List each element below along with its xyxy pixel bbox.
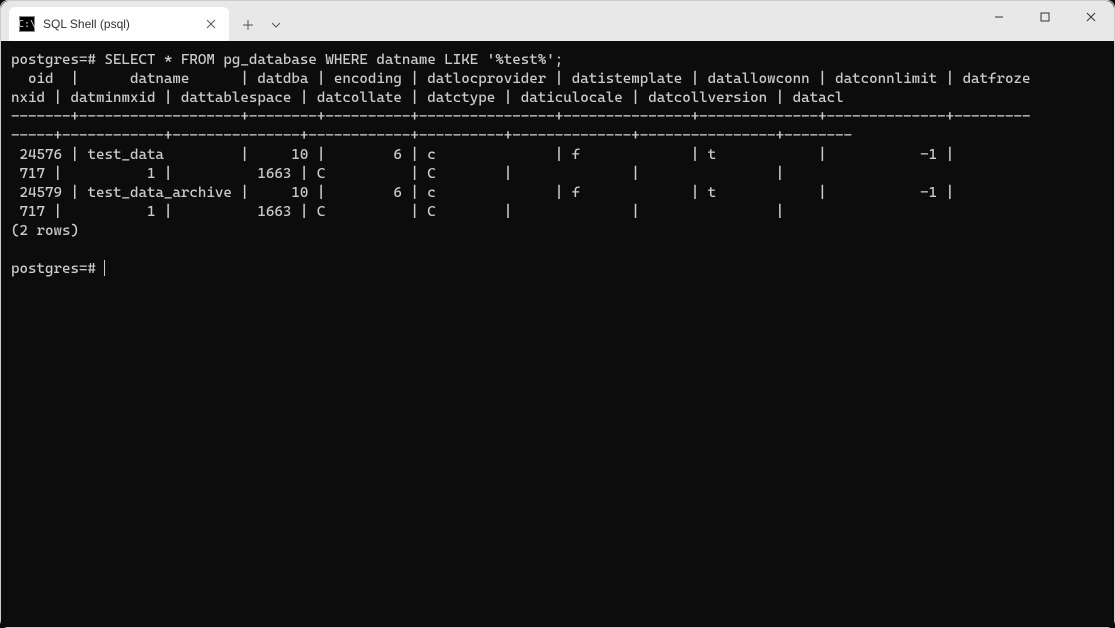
maximize-button[interactable]	[1022, 1, 1068, 33]
terminal-output[interactable]: postgres=# SELECT * FROM pg_database WHE…	[1, 41, 1114, 627]
sql-command: SELECT * FROM pg_database WHERE datname …	[104, 52, 563, 68]
window-controls	[976, 1, 1114, 33]
cursor-icon	[104, 260, 105, 276]
result-count: (2 rows)	[11, 223, 79, 239]
result-separator-1: -------+-------------------+--------+---…	[11, 109, 1031, 125]
terminal-tab-icon: C:\	[19, 16, 35, 32]
result-row-1a: 24576 | test_data | 10 | 6 | c | f | t |…	[11, 147, 1031, 163]
minimize-button[interactable]	[976, 1, 1022, 33]
tab-active[interactable]: C:\ SQL Shell (psql)	[9, 7, 229, 41]
tab-title: SQL Shell (psql)	[43, 17, 203, 31]
prompt: postgres=#	[11, 52, 96, 68]
tab-strip: C:\ SQL Shell (psql)	[1, 1, 289, 41]
result-header-2: nxid | datminmxid | dattablespace | datc…	[11, 90, 844, 106]
result-header-1: oid | datname | datdba | encoding | datl…	[11, 71, 1031, 87]
result-row-2a: 24579 | test_data_archive | 10 | 6 | c |…	[11, 185, 1031, 201]
result-row-1b: 717 | 1 | 1663 | C | C | | |	[11, 166, 784, 182]
tab-dropdown-button[interactable]	[263, 10, 289, 40]
close-tab-button[interactable]	[203, 16, 219, 32]
new-tab-button[interactable]	[233, 10, 263, 40]
result-row-2b: 717 | 1 | 1663 | C | C | | |	[11, 204, 784, 220]
close-window-button[interactable]	[1068, 1, 1114, 33]
result-separator-2: -----+------------+---------------+-----…	[11, 128, 852, 144]
prompt-ready: postgres=#	[11, 261, 104, 277]
window-titlebar: C:\ SQL Shell (psql)	[1, 1, 1114, 41]
